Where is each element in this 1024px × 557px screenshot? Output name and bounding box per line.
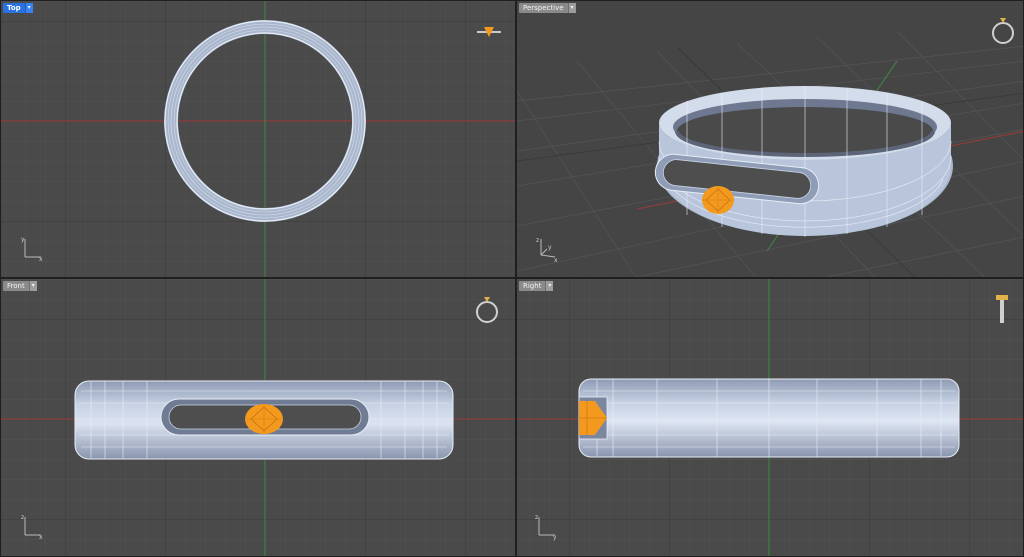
viewport-top[interactable]: Top ▾ y x	[0, 0, 516, 278]
axis-z-label: z	[21, 514, 24, 521]
front-view-scene	[1, 279, 515, 556]
viewport-tab-top[interactable]: Top ▾	[3, 3, 33, 13]
chevron-down-icon[interactable]: ▾	[545, 281, 554, 291]
axis-x-label: x	[39, 256, 43, 263]
axis-triad-icon: z x	[21, 514, 43, 541]
chevron-down-icon[interactable]: ▾	[567, 3, 576, 13]
axis-triad-icon: y x	[21, 236, 43, 263]
right-view-scene	[517, 279, 1023, 556]
axis-x-label: x	[39, 534, 43, 541]
viewport-right[interactable]: Right ▾ z y	[516, 278, 1024, 557]
axis-triad-icon: z x y	[536, 237, 558, 263]
ring-gizmo-icon[interactable]	[475, 23, 503, 41]
viewport-tab-perspective[interactable]: Perspective ▾	[519, 3, 576, 13]
viewport-layout: Top ▾ y x Perspective ▾ z x y Front ▾ z …	[0, 0, 1024, 557]
ring-gizmo-icon[interactable]	[473, 293, 501, 325]
axis-y-label: y	[21, 236, 25, 243]
top-view-scene	[1, 1, 515, 277]
perspective-view-scene	[517, 1, 1023, 277]
axis-z-label: z	[535, 514, 538, 521]
viewport-tab-right[interactable]: Right ▾	[519, 281, 554, 291]
ring-perspective[interactable]	[654, 86, 953, 237]
viewport-title[interactable]: Front	[3, 281, 29, 291]
ring-gizmo-icon[interactable]	[991, 291, 1013, 325]
axis-y-label: y	[548, 244, 552, 251]
chevron-down-icon[interactable]: ▾	[24, 3, 33, 13]
viewport-perspective[interactable]: Perspective ▾ z x y	[516, 0, 1024, 278]
axis-z-label: z	[536, 237, 539, 244]
ring-right[interactable]	[578, 378, 960, 458]
axis-x-label: x	[554, 257, 558, 263]
viewport-title[interactable]: Perspective	[519, 3, 568, 13]
ring-gizmo-icon[interactable]	[989, 15, 1017, 45]
axis-triad-icon: z y	[535, 514, 557, 541]
ring-front[interactable]	[74, 380, 454, 460]
axis-y-label: y	[553, 534, 557, 541]
viewport-front[interactable]: Front ▾ z x	[0, 278, 516, 557]
viewport-tab-front[interactable]: Front ▾	[3, 281, 37, 291]
viewport-title[interactable]: Right	[519, 281, 546, 291]
chevron-down-icon[interactable]: ▾	[28, 281, 37, 291]
viewport-title[interactable]: Top	[3, 3, 25, 13]
